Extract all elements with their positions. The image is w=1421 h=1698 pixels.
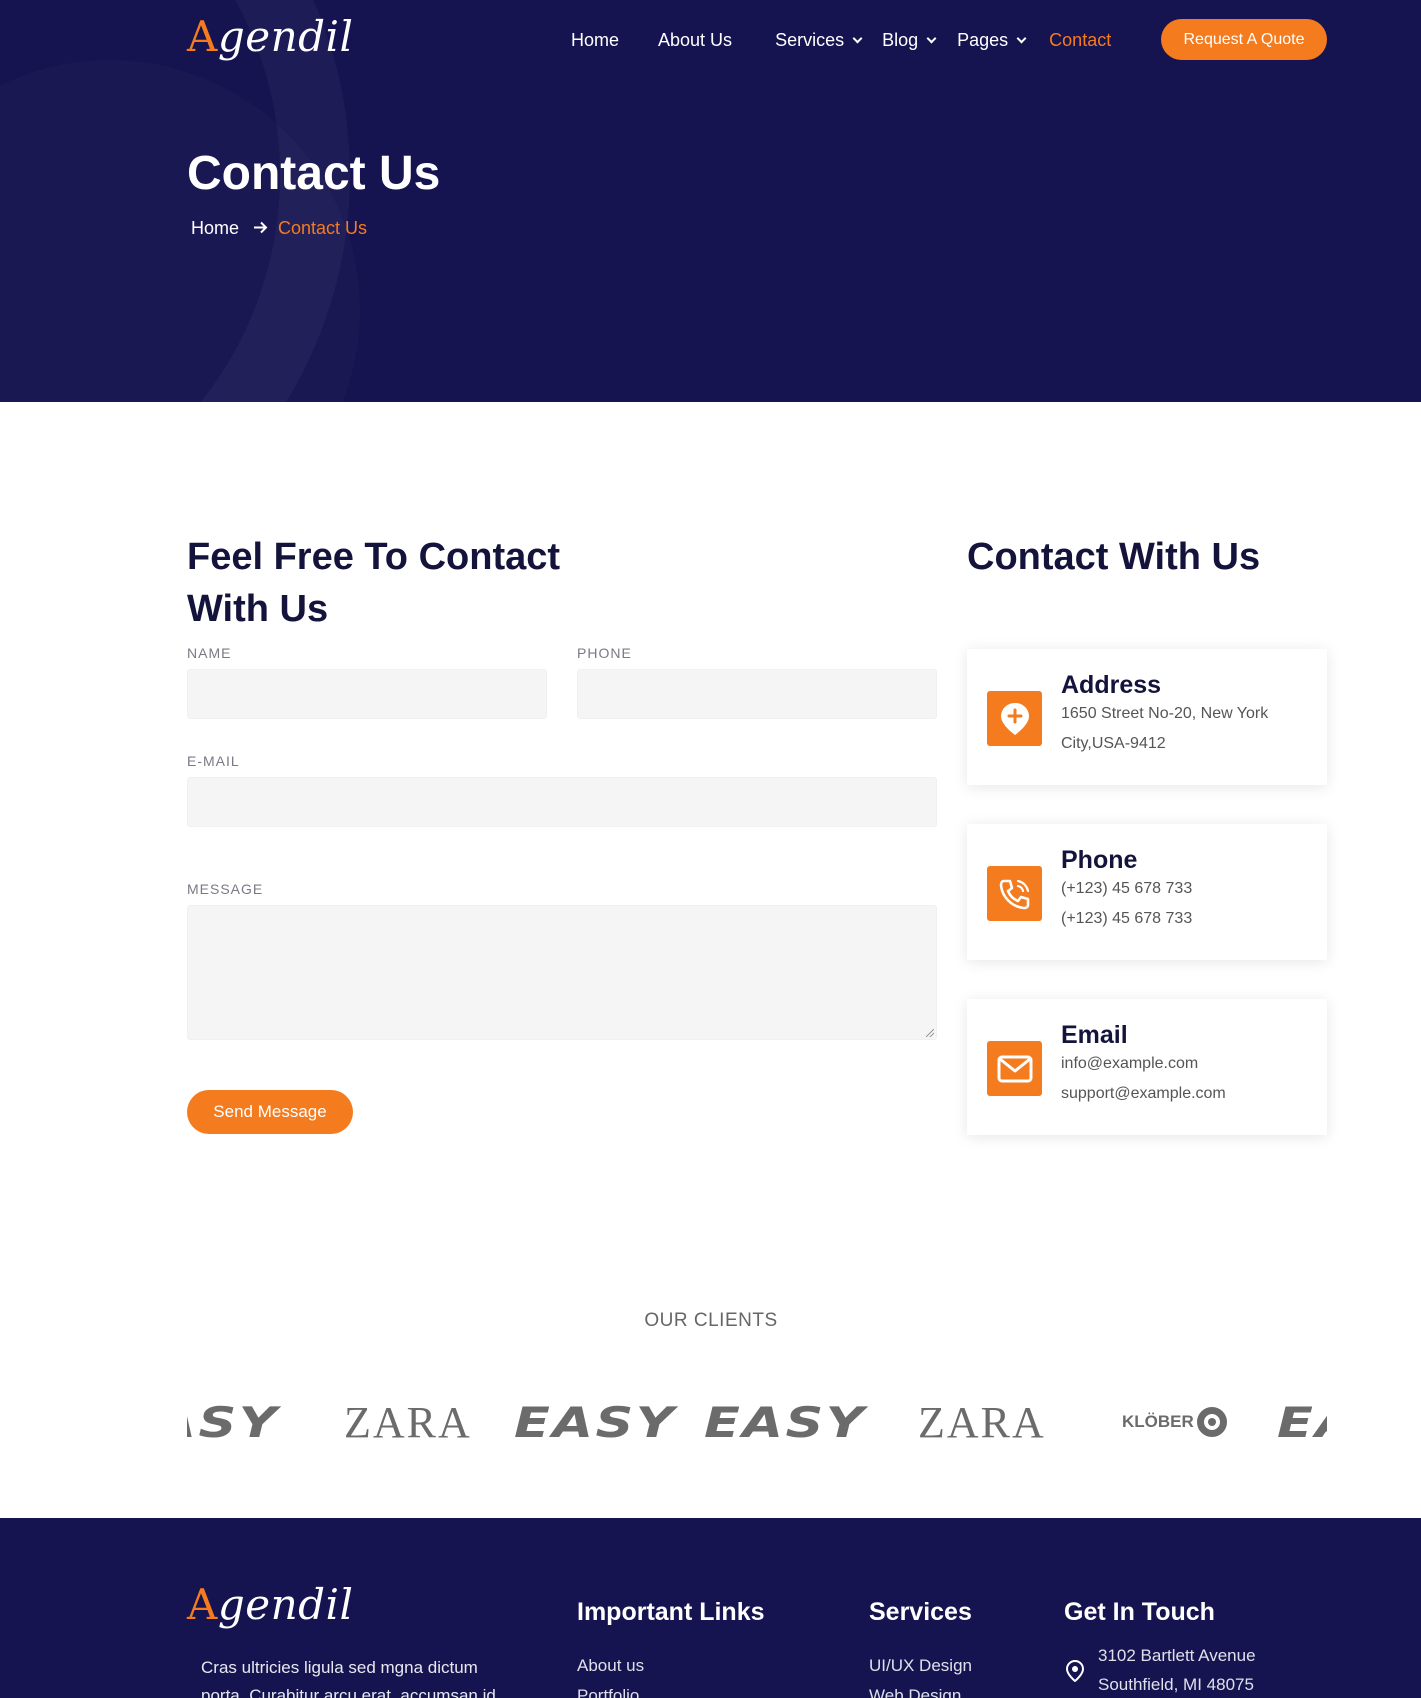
nav-label: Services: [775, 29, 845, 50]
page-title: Contact Us: [187, 147, 441, 200]
footer-link-ui-ux-design[interactable]: UI/UX Design: [869, 1656, 972, 1676]
main-nav: Home About Us Services Blog Pages Contac…: [571, 26, 1111, 54]
nav-label: Blog: [882, 29, 919, 50]
contact-info-heading: Contact With Us: [967, 536, 1261, 578]
footer-link-web-design[interactable]: Web Design: [869, 1686, 961, 1698]
logo-text: gendil: [217, 12, 354, 61]
nav-item-blog[interactable]: Blog: [882, 29, 937, 51]
client-logo-zara: ZARA: [344, 1397, 472, 1447]
address-card: Address 1650 Street No-20, New York City…: [967, 649, 1327, 785]
envelope-icon: [987, 1041, 1042, 1096]
klober-mark-icon: [1196, 1407, 1227, 1437]
nav-item-pages[interactable]: Pages: [957, 29, 1027, 51]
message-textarea[interactable]: [187, 905, 937, 1040]
request-quote-button[interactable]: Request A Quote: [1161, 19, 1327, 60]
breadcrumb: Home Contact Us: [191, 218, 367, 239]
email-label: E-MAIL: [187, 753, 240, 769]
resize-handle[interactable]: [926, 1029, 934, 1037]
chevron-down-icon: [1016, 33, 1027, 43]
nav-item-about[interactable]: About Us: [658, 30, 732, 51]
name-label: NAME: [187, 645, 232, 661]
client-logo-easy: EASY: [704, 1397, 867, 1447]
clients-carousel[interactable]: EASY ZARA EASY EASY ZARA KLÖBER EASY: [187, 1392, 1327, 1452]
hero-banner: Agendil Home About Us Services Blog Page…: [0, 0, 1421, 402]
footer-address-line1: 3102 Bartlett Avenue: [1098, 1646, 1256, 1665]
site-footer: Agendil Cras ultricies ligula sed mgna d…: [0, 1518, 1421, 1698]
logo-initial: A: [187, 1580, 218, 1629]
clients-title: OUR CLIENTS: [644, 1310, 778, 1331]
chevron-down-icon: [852, 33, 863, 43]
footer-link-portfolio[interactable]: Portfolio: [577, 1686, 639, 1698]
footer-logo[interactable]: Agendil: [187, 1580, 353, 1629]
get-in-touch-heading: Get In Touch: [1064, 1598, 1215, 1626]
footer-address-line2: Southfield, MI 48075: [1098, 1675, 1254, 1694]
phone-line2[interactable]: (+123) 45 678 733: [1061, 910, 1192, 928]
message-label: MESSAGE: [187, 881, 264, 897]
klober-wordmark: KLÖBER: [1122, 1412, 1194, 1431]
address-line1: 1650 Street No-20, New York: [1061, 705, 1269, 722]
logo-initial: A: [187, 12, 218, 61]
arrow-right-icon: [253, 218, 268, 239]
phone-card: Phone (+123) 45 678 733 (+123) 45 678 73…: [967, 824, 1327, 960]
services-heading: Services: [869, 1598, 972, 1626]
email-title: Email: [1061, 1021, 1128, 1049]
phone-field[interactable]: [577, 669, 937, 719]
email-field[interactable]: [187, 777, 937, 827]
nav-label: Contact: [1049, 29, 1112, 50]
address-line2: City,USA-9412: [1061, 735, 1166, 752]
phone-icon: [987, 866, 1042, 921]
email-line2[interactable]: support@example.com: [1061, 1085, 1226, 1103]
email-line1[interactable]: info@example.com: [1061, 1055, 1198, 1073]
location-pin-icon: [1066, 1660, 1084, 1682]
breadcrumb-home-link[interactable]: Home: [191, 218, 239, 239]
name-field[interactable]: [187, 669, 547, 719]
send-message-button[interactable]: Send Message: [187, 1090, 353, 1134]
phone-line1[interactable]: (+123) 45 678 733: [1061, 880, 1192, 898]
nav-label: About Us: [658, 29, 733, 50]
important-links-heading: Important Links: [577, 1598, 765, 1626]
nav-item-contact[interactable]: Contact: [1049, 30, 1111, 51]
client-logo-klober: KLÖBER: [1122, 1392, 1227, 1452]
site-logo[interactable]: Agendil: [187, 12, 353, 61]
client-logo-easy: EASY: [1277, 1397, 1327, 1447]
address-title: Address: [1061, 671, 1162, 699]
footer-about-text: Cras ultricies ligula sed mgna dictum po…: [201, 1658, 496, 1698]
chevron-down-icon: [926, 33, 937, 43]
nav-item-home[interactable]: Home: [571, 30, 619, 51]
email-card: Email info@example.com support@example.c…: [967, 999, 1327, 1135]
form-heading: Feel Free To Contact With Us: [187, 531, 560, 635]
client-logo-easy: EASY: [187, 1397, 280, 1447]
client-logo-easy: EASY: [514, 1397, 677, 1447]
logo-text: gendil: [217, 1580, 354, 1629]
nav-item-services[interactable]: Services: [775, 29, 863, 51]
form-heading-line1: Feel Free To Contact: [187, 536, 561, 578]
nav-label: Pages: [957, 29, 1009, 50]
breadcrumb-current: Contact Us: [278, 218, 368, 238]
phone-title: Phone: [1061, 846, 1138, 874]
nav-label: Home: [571, 29, 620, 50]
map-pin-plus-icon: [987, 691, 1042, 746]
form-heading-line2: With Us: [187, 588, 329, 630]
phone-label: PHONE: [577, 645, 632, 661]
client-logo-zara: ZARA: [918, 1397, 1046, 1447]
footer-link-about[interactable]: About us: [577, 1656, 644, 1676]
